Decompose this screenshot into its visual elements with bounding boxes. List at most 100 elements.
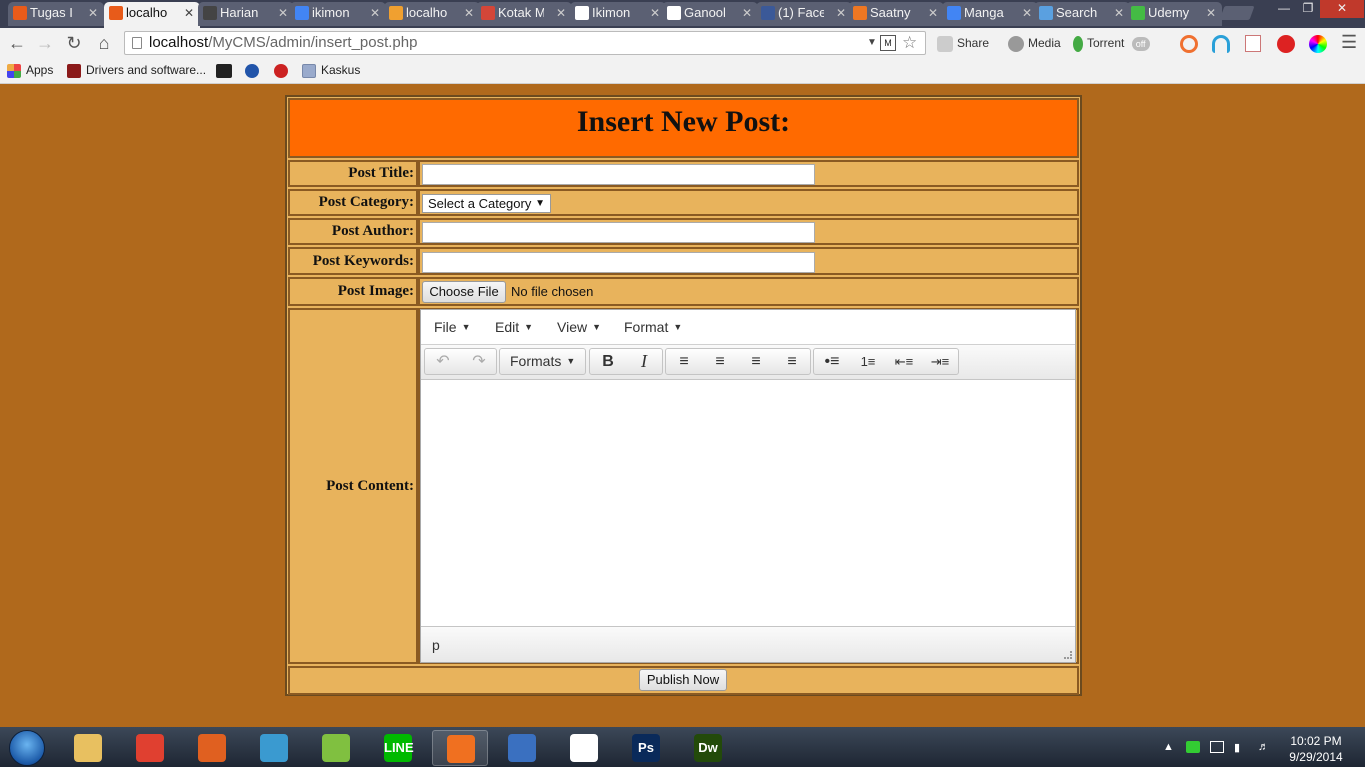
bookmark-kaskus[interactable]: Kaskus: [302, 62, 360, 78]
editor-content-area[interactable]: [421, 380, 1075, 626]
taskbar-app[interactable]: [308, 730, 364, 766]
browser-tab[interactable]: Ganool ✕: [662, 2, 758, 26]
formats-dropdown[interactable]: Formats ▼: [510, 349, 575, 374]
bookmark-apps[interactable]: Apps: [7, 62, 53, 78]
align-justify-icon[interactable]: ≡: [774, 349, 810, 374]
post-category-select[interactable]: Select a Category ▼: [422, 194, 551, 213]
bookmark-star-icon[interactable]: ☆: [902, 32, 917, 54]
close-tab-icon[interactable]: ✕: [464, 2, 474, 24]
menu-format[interactable]: Format ▼: [624, 319, 682, 335]
menu-icon[interactable]: ☰: [1341, 32, 1357, 53]
bullet-list-icon[interactable]: •≡: [814, 349, 850, 374]
taskbar-app[interactable]: Dw: [680, 730, 736, 766]
undo-icon[interactable]: ↶: [425, 349, 461, 374]
minimize-button[interactable]: —: [1272, 0, 1296, 18]
browser-tab[interactable]: Saatny ✕: [848, 2, 944, 26]
menu-edit[interactable]: Edit ▼: [495, 319, 533, 335]
redo-icon[interactable]: ↷: [461, 349, 497, 374]
taskbar-app[interactable]: Ps: [618, 730, 674, 766]
show-hidden-icons-icon[interactable]: ▲: [1163, 741, 1177, 753]
close-tab-icon[interactable]: ✕: [650, 2, 660, 24]
element-path[interactable]: p: [432, 637, 440, 653]
bold-icon[interactable]: B: [590, 349, 626, 374]
new-tab-button[interactable]: [1219, 6, 1255, 20]
close-tab-icon[interactable]: ✕: [370, 2, 380, 24]
notes-icon[interactable]: [1245, 35, 1261, 52]
power-icon[interactable]: [1277, 35, 1295, 53]
browser-tab[interactable]: Tugas I ✕: [8, 2, 104, 26]
taskbar-app[interactable]: [60, 730, 116, 766]
bookmark-drivers[interactable]: Drivers and software...: [67, 62, 206, 78]
extension-badge-icon[interactable]: M: [880, 35, 896, 51]
close-tab-icon[interactable]: ✕: [278, 2, 288, 24]
choose-file-button[interactable]: Choose File: [422, 281, 506, 303]
publish-button[interactable]: Publish Now: [639, 669, 727, 691]
close-tab-icon[interactable]: ✕: [836, 2, 846, 24]
browser-tab[interactable]: ikimon ✕: [290, 2, 386, 26]
reload-icon[interactable]: ↻: [63, 32, 85, 54]
bookmark-v[interactable]: [274, 62, 293, 78]
close-tab-icon[interactable]: ✕: [88, 2, 98, 24]
browser-tab[interactable]: Search ✕: [1034, 2, 1130, 26]
color-wheel-icon[interactable]: [1309, 35, 1327, 53]
browser-tab[interactable]: Udemy ✕: [1126, 2, 1222, 26]
media-button[interactable]: Media: [1008, 34, 1061, 52]
taskbar-app[interactable]: LINE: [370, 730, 426, 766]
menu-file[interactable]: File ▼: [434, 319, 470, 335]
bookmark-d[interactable]: [245, 62, 264, 78]
taskbar-clock[interactable]: 10:02 PM 9/29/2014: [1280, 733, 1352, 765]
close-tab-icon[interactable]: ✕: [742, 2, 752, 24]
align-right-icon[interactable]: ≡: [738, 349, 774, 374]
start-button[interactable]: [9, 730, 45, 766]
close-tab-icon[interactable]: ✕: [1114, 2, 1124, 24]
close-tab-icon[interactable]: ✕: [1206, 2, 1216, 24]
taskbar-app[interactable]: [184, 730, 240, 766]
headphones-icon[interactable]: [1212, 35, 1230, 53]
close-tab-icon[interactable]: ✕: [1022, 2, 1032, 24]
browser-tab[interactable]: Ikimon ✕: [570, 2, 666, 26]
post-author-input[interactable]: [422, 222, 815, 243]
tray-app-icon[interactable]: [1186, 741, 1200, 753]
browser-tab[interactable]: Manga ✕: [942, 2, 1038, 26]
torrent-button[interactable]: Torrent off: [1073, 34, 1150, 52]
back-arrow-icon[interactable]: ←: [6, 32, 28, 54]
browser-tab[interactable]: Harian ✕: [198, 2, 294, 26]
forward-arrow-icon[interactable]: →: [34, 32, 56, 54]
restore-button[interactable]: ❐: [1296, 0, 1320, 18]
post-title-input[interactable]: [422, 164, 815, 185]
browser-tab[interactable]: localho ✕: [384, 2, 480, 26]
outdent-icon[interactable]: ⇤≡: [886, 349, 922, 374]
volume-icon[interactable]: ♬: [1258, 741, 1272, 753]
taskbar-app[interactable]: [556, 730, 612, 766]
dropdown-icon[interactable]: ▼: [867, 32, 877, 54]
taskbar-app[interactable]: [432, 730, 488, 766]
network-icon[interactable]: ▮: [1234, 741, 1248, 754]
close-window-button[interactable]: ✕: [1320, 0, 1364, 18]
taskbar-app[interactable]: [246, 730, 302, 766]
home-icon[interactable]: ⌂: [93, 32, 115, 54]
post-keywords-input[interactable]: [422, 252, 815, 273]
indent-icon[interactable]: ⇥≡: [922, 349, 958, 374]
close-tab-icon[interactable]: ✕: [556, 2, 566, 24]
align-center-icon[interactable]: ≡: [702, 349, 738, 374]
menu-view[interactable]: View ▼: [557, 319, 601, 335]
action-center-icon[interactable]: [1210, 741, 1224, 753]
browser-tab[interactable]: (1) Face ✕: [756, 2, 852, 26]
align-left-icon[interactable]: ≡: [666, 349, 702, 374]
taskbar-app[interactable]: [122, 730, 178, 766]
italic-icon[interactable]: I: [626, 349, 662, 374]
address-bar[interactable]: localhost/MyCMS/admin/insert_post.php ▼ …: [124, 31, 926, 55]
drivers-icon: [67, 63, 81, 78]
browser-tab[interactable]: localho ✕: [104, 2, 200, 28]
numbered-list-icon[interactable]: 1≡: [850, 349, 886, 374]
close-tab-icon[interactable]: ✕: [928, 2, 938, 24]
close-tab-icon[interactable]: ✕: [184, 2, 194, 24]
extension-a-icon[interactable]: [1180, 35, 1198, 53]
taskbar-app[interactable]: [494, 730, 550, 766]
resize-handle-icon[interactable]: [1064, 651, 1072, 659]
browser-tab[interactable]: Kotak M ✕: [476, 2, 572, 26]
bookmark-mb[interactable]: [216, 62, 237, 78]
tab-label: Kotak M: [498, 5, 544, 20]
torrent-toggle[interactable]: off: [1131, 37, 1150, 51]
share-button[interactable]: Share: [937, 34, 989, 52]
